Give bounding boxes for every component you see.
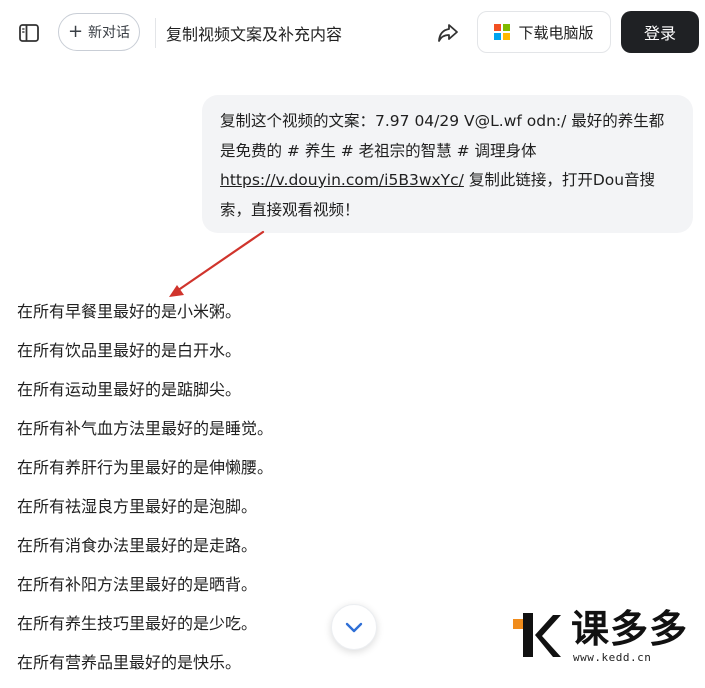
douyin-link[interactable]: https://v.douyin.com/i5B3wxYc/ [220, 171, 464, 189]
kedd-watermark: 课多多 www.kedd.cn [503, 605, 703, 669]
assistant-answer-list: 在所有早餐里最好的是小米粥。 在所有饮品里最好的是白开水。 在所有运动里最好的是… [17, 298, 273, 688]
windows-logo-icon [494, 24, 511, 40]
chevron-down-icon [345, 622, 363, 633]
chat-title: 复制视频文案及补充内容 [166, 25, 343, 44]
red-arrow-annotation [169, 230, 265, 297]
sidebar-toggle-icon [19, 24, 39, 42]
plus-icon: + [67, 21, 84, 42]
new-chat-label: 新对话 [88, 25, 131, 41]
share-button[interactable] [434, 19, 462, 47]
kedd-logo-icon [513, 613, 561, 657]
download-desktop-button[interactable]: 下载电脑版 [477, 11, 611, 53]
header-divider [155, 18, 156, 48]
watermark-brand-text: 课多多 [571, 607, 689, 651]
login-button[interactable]: 登录 [621, 11, 699, 53]
answer-line: 在所有饮品里最好的是白开水。 [17, 341, 242, 360]
user-message-line: 索，直接观看视频！ [220, 200, 360, 219]
answer-line: 在所有养肝行为里最好的是伸懒腰。 [17, 458, 274, 477]
answer-line: 在所有运动里最好的是踮脚尖。 [17, 380, 242, 399]
user-message-line: https://v.douyin.com/i5B3wxYc/ 复制此链接，打开D… [220, 166, 677, 196]
user-message-text: 复制此链接，打开Dou音搜 [463, 171, 656, 189]
watermark-url: www.kedd.cn [573, 651, 652, 664]
user-message-bubble: 复制这个视频的文案：7.97 04/29 V@L.wf odn:/ 最好的养生都… [202, 95, 693, 233]
share-icon [438, 24, 458, 42]
user-message-line: 是免费的 # 养生 # 老祖宗的智慧 # 调理身体 [220, 141, 537, 160]
new-chat-button[interactable]: + 新对话 [58, 13, 140, 51]
scroll-to-bottom-button[interactable] [331, 604, 377, 650]
answer-line: 在所有补阳方法里最好的是晒背。 [17, 575, 258, 594]
answer-line: 在所有消食办法里最好的是走路。 [17, 536, 258, 555]
answer-line: 在所有营养品里最好的是快乐。 [17, 653, 242, 672]
answer-line: 在所有早餐里最好的是小米粥。 [17, 302, 242, 321]
user-message-line: 复制这个视频的文案：7.97 04/29 V@L.wf odn:/ 最好的养生都 [220, 112, 665, 130]
download-label: 下载电脑版 [518, 23, 594, 42]
answer-line: 在所有补气血方法里最好的是睡觉。 [17, 419, 274, 438]
sidebar-toggle-button[interactable] [14, 18, 44, 48]
answer-line: 在所有养生技巧里最好的是少吃。 [17, 614, 258, 633]
top-bar: + 新对话 复制视频文案及补充内容 下载电脑版 登录 [0, 0, 705, 64]
answer-line: 在所有祛湿良方里最好的是泡脚。 [17, 497, 258, 516]
